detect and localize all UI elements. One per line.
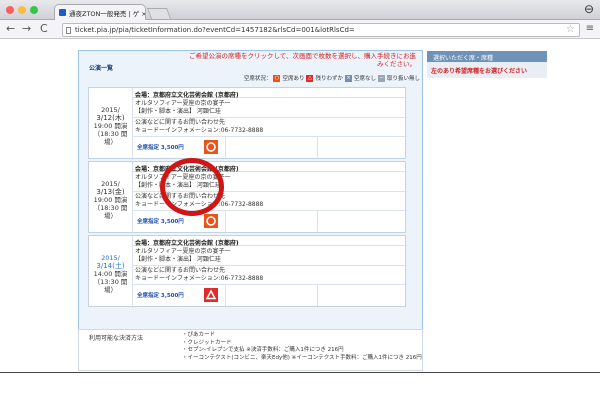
payment-method-item: ・ぴあカード bbox=[182, 332, 216, 338]
performance-open: （13:30 開場） bbox=[93, 278, 128, 294]
performance-start: 19:00 開演 bbox=[93, 196, 128, 204]
performance-start: 14:00 開演 bbox=[93, 270, 128, 278]
tab-title: 通夜ZTON一般発売 | ゲ × bbox=[69, 10, 146, 18]
page-content: 公演一覧 ご希望公演の席種をクリックして、次画面で枚数を選択し、購入手続きにお進… bbox=[0, 40, 600, 400]
seat-type-cell-empty bbox=[317, 285, 408, 306]
selected-seat-message: 左のあり希望席種をお選びください bbox=[427, 62, 547, 78]
zoom-window-button[interactable] bbox=[30, 6, 38, 14]
available-icon: ○ bbox=[273, 74, 281, 82]
performance-row: 2015/ 3/14(土) 14:00 開演 （13:30 開場） 会場：京都府… bbox=[88, 235, 407, 308]
ticket-row: 全席指定 3,500円 bbox=[133, 285, 407, 306]
payment-methods-list: ・ぴあカード ・クレジットカード ・セブン-イレブンで支払 ※決済手数料：ご購入… bbox=[182, 332, 422, 362]
window-titlebar: 通夜ZTON一般発売 | ゲ × ⊖ bbox=[0, 0, 600, 20]
contact-label: 公演などに関するお問い合わせ先 bbox=[135, 119, 226, 126]
performance-row: 2015/ 3/12(木) 19:00 開演 （18:30 開場） 会場：京都府… bbox=[88, 87, 407, 160]
contact-number: キョードーインフォメーション:06-7732-8888 bbox=[135, 127, 264, 134]
seat-type-cell-empty bbox=[225, 211, 317, 232]
ticket-row: 全席指定 3,500円 bbox=[133, 211, 407, 232]
venue-label: 会場：京都府立文化芸術会館 (京都府) bbox=[133, 88, 407, 99]
performance-details: オルタソフィアー夏座の京の宴子一 【創作・脚本・演出】 河顕仁珪 bbox=[133, 246, 407, 266]
seat-price-link[interactable]: 全席指定 3,500円 bbox=[137, 143, 184, 151]
legend-sold-out-label: 空席なし bbox=[353, 76, 376, 82]
contact-number: キョードーインフォメーション:06-7732-8888 bbox=[135, 275, 264, 282]
performance-title: オルタソフィアー夏座の京の宴子一 bbox=[135, 248, 231, 255]
sold-out-icon: × bbox=[344, 74, 352, 82]
performance-details: オルタソフィアー夏座の京の宴子一 【創作・脚本・演出】 河顕仁珪 bbox=[133, 98, 407, 118]
performance-year: 2015/ bbox=[101, 180, 120, 188]
not-handled-icon: − bbox=[377, 74, 385, 82]
performance-title: オルタソフィアー夏座の京の宴子一 bbox=[135, 100, 231, 107]
close-window-button[interactable] bbox=[6, 6, 14, 14]
performance-year: 2015/ bbox=[101, 254, 120, 262]
performance-day: 3/14(土) bbox=[96, 262, 125, 270]
seat-type-cell-empty bbox=[225, 137, 317, 158]
performance-info: 会場：京都府立文化芸術会館 (京都府) オルタソフィアー夏座の京の宴子一 【創作… bbox=[132, 236, 407, 308]
seat-type-cell-empty bbox=[225, 285, 317, 306]
seat-price-link[interactable]: 全席指定 3,500円 bbox=[137, 217, 184, 225]
selected-seat-header: 選択いただく席・席種 bbox=[427, 51, 547, 62]
performance-date: 2015/ 3/12(木) 19:00 開演 （18:30 開場） bbox=[89, 88, 132, 160]
contact-details: 公演などに関するお問い合わせ先 キョードーインフォメーション:06-7732-8… bbox=[133, 266, 407, 285]
few-left-icon[interactable] bbox=[204, 288, 218, 302]
performance-info: 会場：京都府立文化芸術会館 (京都府) オルタソフィアー夏座の京の宴子一 【創作… bbox=[132, 88, 407, 160]
seat-type-cell-empty bbox=[317, 137, 408, 158]
favicon-icon bbox=[59, 9, 66, 16]
performance-list-button[interactable]: 公演一覧 bbox=[85, 60, 117, 74]
venue-label: 会場：京都府立文化芸術会館 (京都府) bbox=[133, 236, 407, 247]
performance-open: （18:30 開場） bbox=[93, 204, 128, 220]
bookmark-star-icon[interactable]: ☆ bbox=[566, 24, 575, 35]
performance-date: 2015/ 3/14(土) 14:00 開演 （13:30 開場） bbox=[89, 236, 132, 308]
performance-credits: 【創作・脚本・演出】 河顕仁珪 bbox=[135, 108, 221, 115]
back-arrow-icon[interactable]: ← bbox=[6, 22, 15, 35]
seat-type-cell-empty bbox=[317, 211, 408, 232]
performance-start: 19:00 開演 bbox=[93, 122, 128, 130]
seat-type-cell[interactable]: 全席指定 3,500円 bbox=[133, 285, 225, 306]
performance-day: 3/12(木) bbox=[96, 114, 125, 122]
url-text: ticket.pia.jp/pia/ticketInformation.do?e… bbox=[75, 26, 355, 34]
payment-methods: 利用可能な決済方法 ・ぴあカード ・クレジットカード ・セブン-イレブンで支払 … bbox=[78, 329, 423, 371]
contact-label: 公演などに関するお問い合わせ先 bbox=[135, 267, 226, 274]
seat-type-cell[interactable]: 全席指定 3,500円 bbox=[133, 137, 225, 158]
new-tab-button[interactable] bbox=[146, 8, 172, 19]
seat-type-cell[interactable]: 全席指定 3,500円 bbox=[133, 211, 225, 232]
legend-few-left-label: 残りわずか bbox=[315, 76, 343, 82]
highlight-circle-annotation bbox=[160, 158, 224, 216]
selection-notice: ご希望公演の席種をクリックして、次画面で枚数を選択し、購入手続きにお進みください… bbox=[189, 52, 416, 68]
availability-legend: 空席状況： ○ 空席あり △ 残りわずか × 空席なし − 取り扱い無し bbox=[200, 74, 420, 82]
reload-icon[interactable]: C bbox=[40, 22, 48, 35]
user-profile-icon[interactable]: ⊖ bbox=[584, 2, 594, 16]
menu-icon[interactable]: ≡ bbox=[586, 23, 594, 34]
address-bar[interactable]: ticket.pia.jp/pia/ticketInformation.do?e… bbox=[62, 23, 580, 37]
legend-not-handled-label: 取り扱い無し bbox=[386, 76, 420, 82]
page-icon bbox=[66, 27, 71, 34]
performance-date: 2015/ 3/13(金) 19:00 開演 （18:30 開場） bbox=[89, 162, 132, 234]
browser-toolbar: ← → C ticket.pia.jp/pia/ticketInformatio… bbox=[0, 20, 600, 39]
available-icon[interactable] bbox=[204, 214, 218, 228]
selected-seat-panel: 選択いただく席・席種 左のあり希望席種をお選びください bbox=[427, 51, 547, 78]
ticket-row: 全席指定 3,500円 bbox=[133, 137, 407, 158]
performance-year: 2015/ bbox=[101, 106, 120, 114]
few-left-icon: △ bbox=[306, 74, 314, 82]
minimize-window-button[interactable] bbox=[18, 6, 26, 14]
performance-day: 3/13(金) bbox=[96, 188, 125, 196]
performance-credits: 【創作・脚本・演出】 河顕仁珪 bbox=[135, 256, 221, 263]
forward-arrow-icon[interactable]: → bbox=[22, 22, 31, 35]
seat-price-link[interactable]: 全席指定 3,500円 bbox=[137, 291, 184, 299]
legend-prefix: 空席状況： bbox=[243, 76, 272, 82]
payment-method-item: ・クレジットカード bbox=[182, 339, 232, 346]
payment-method-item: ・セブン-イレブンで支払 ※決済手数料：ご購入1件につき 216円 bbox=[182, 347, 344, 353]
available-icon[interactable] bbox=[204, 140, 218, 154]
performance-open: （18:30 開場） bbox=[93, 130, 128, 146]
performance-row: 2015/ 3/13(金) 19:00 開演 （18:30 開場） 会場：京都府… bbox=[88, 161, 407, 234]
divider bbox=[0, 372, 600, 373]
browser-tab[interactable]: 通夜ZTON一般発売 | ゲ × bbox=[54, 4, 146, 20]
payment-method-item: ・イーコンテクスト(コンビニ、楽天Edy他) ※イーコンテクスト手数料：ご購入1… bbox=[182, 354, 422, 361]
legend-available-label: 空席あり bbox=[282, 76, 305, 82]
contact-details: 公演などに関するお問い合わせ先 キョードーインフォメーション:06-7732-8… bbox=[133, 118, 407, 137]
payment-methods-label: 利用可能な決済方法 bbox=[89, 335, 144, 342]
